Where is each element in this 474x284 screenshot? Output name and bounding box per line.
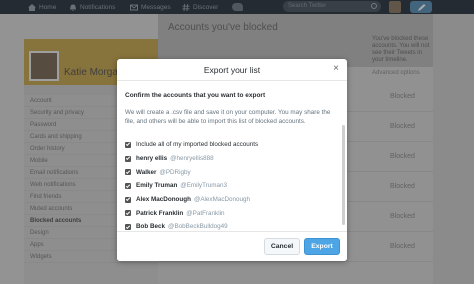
account-handle: @PatFranklin — [186, 209, 225, 217]
account-row[interactable]: henry ellis @henryellis888 — [125, 152, 341, 166]
account-name: Alex MacDonough — [136, 196, 191, 204]
account-row[interactable]: Patrick Franklin @PatFranklin — [125, 206, 341, 220]
account-name: Bob Beck — [136, 223, 166, 231]
account-name: Patrick Franklin — [136, 209, 184, 217]
include-imported-checkbox[interactable] — [125, 141, 131, 148]
account-name: Emily Truman — [136, 182, 178, 190]
account-handle: @AlexMacDonough — [193, 196, 251, 204]
account-checkbox[interactable] — [125, 210, 131, 217]
account-handle: @BobBeckBulldog49 — [168, 223, 228, 231]
dialog-title: Export your list — [203, 65, 261, 75]
account-row[interactable]: Alex MacDonough @AlexMacDonough — [125, 193, 341, 207]
account-name: henry ellis — [136, 155, 168, 163]
dialog-heading: Confirm the accounts that you want to ex… — [125, 92, 266, 99]
account-checkbox[interactable] — [125, 182, 131, 189]
dialog-header: Export your list × — [117, 59, 347, 81]
close-icon[interactable]: × — [331, 64, 341, 74]
account-checkbox[interactable] — [125, 196, 131, 203]
cancel-button[interactable]: Cancel — [264, 238, 300, 255]
account-handle: @henryellis888 — [170, 155, 214, 163]
account-handle: @EmilyTruman3 — [180, 182, 228, 190]
account-row[interactable]: Walker @PDRigby — [125, 165, 341, 179]
include-imported-option[interactable]: Include all of my imported blocked accou… — [125, 138, 341, 152]
export-button[interactable]: Export — [304, 238, 340, 255]
dialog-footer: Cancel Export — [117, 231, 347, 261]
export-dialog: Export your list × Confirm the accounts … — [117, 59, 347, 261]
account-checkbox[interactable] — [125, 223, 131, 230]
account-list: Include all of my imported blocked accou… — [125, 138, 341, 234]
account-handle: @PDRigby — [159, 168, 191, 176]
account-checkbox[interactable] — [125, 155, 131, 162]
dialog-description: We will create a .csv file and save it o… — [125, 109, 331, 125]
include-imported-label: Include all of my imported blocked accou… — [136, 141, 259, 149]
account-name: Walker — [136, 168, 157, 176]
account-row[interactable]: Emily Truman @EmilyTruman3 — [125, 179, 341, 193]
account-checkbox[interactable] — [125, 169, 131, 176]
list-scrollbar[interactable] — [342, 125, 345, 225]
